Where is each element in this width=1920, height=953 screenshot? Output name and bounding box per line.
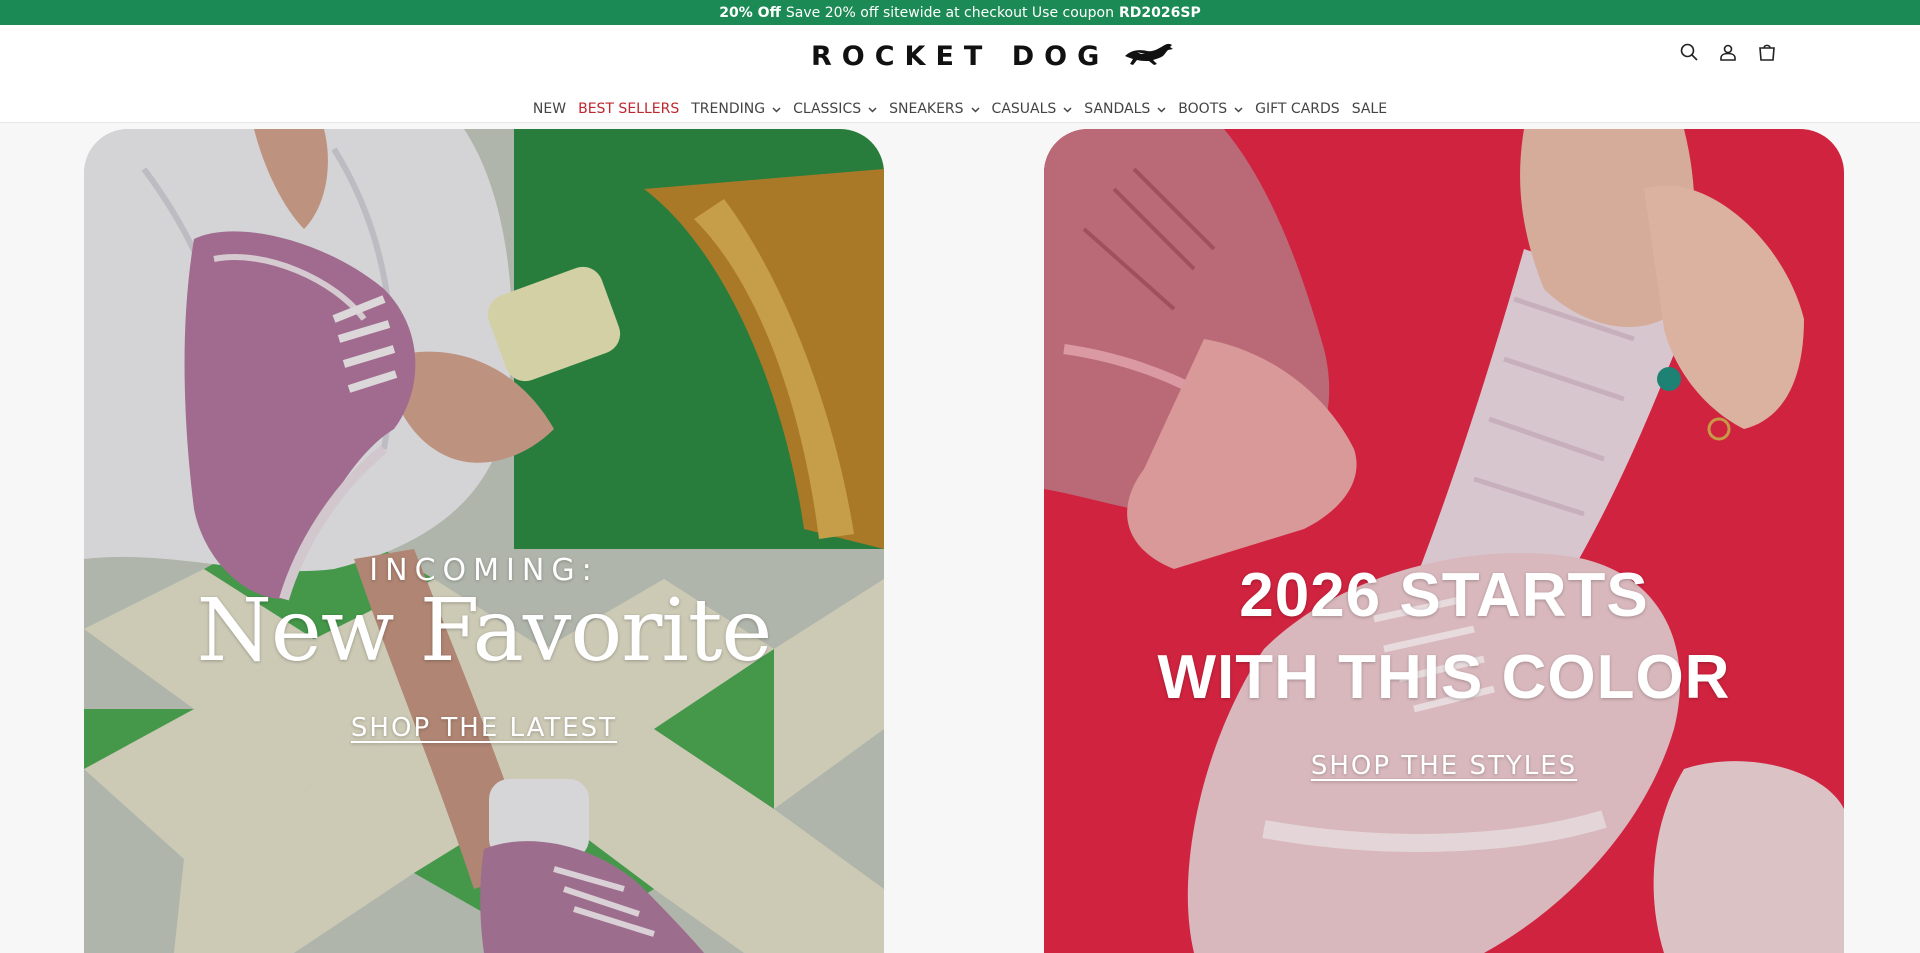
nav-item-casuals[interactable]: CASUALS: [992, 101, 1073, 117]
nav-item-gift-cards[interactable]: GIFT CARDS: [1255, 101, 1340, 117]
announcement-coupon: RD2026SP: [1119, 4, 1201, 21]
nav-item-best-sellers[interactable]: BEST SELLERS: [578, 101, 679, 117]
search-icon[interactable]: [1677, 40, 1701, 64]
announcement-bar: 20% Off Save 20% off sitewide at checkou…: [0, 0, 1920, 25]
nav-item-sale[interactable]: SALE: [1352, 101, 1387, 117]
nav-label: BOOTS: [1178, 101, 1228, 117]
hero-right-headline-line2: WITH THIS COLOR: [1157, 643, 1731, 712]
main-nav: NEW BEST SELLERS TRENDING CLASSICS SNEAK…: [0, 96, 1920, 122]
chevron-down-icon: [971, 105, 980, 114]
account-icon[interactable]: [1716, 40, 1740, 64]
hero-left-headline: New Favorite: [196, 581, 773, 681]
chevron-down-icon: [1234, 105, 1243, 114]
hero-right-headline-line1: 2026 STARTS: [1239, 561, 1649, 630]
nav-label: SALE: [1351, 101, 1388, 117]
nav-label: TRENDING: [691, 101, 766, 117]
hero-right-image: [1044, 129, 1844, 953]
hero-right-headline: 2026 STARTS WITH THIS COLOR: [1044, 555, 1844, 719]
nav-label: NEW: [532, 101, 567, 117]
shop-the-latest-link[interactable]: SHOP THE LATEST: [84, 713, 884, 743]
shop-the-styles-link[interactable]: SHOP THE STYLES: [1044, 751, 1844, 781]
hero-banner-right[interactable]: 2026 STARTS WITH THIS COLOR SHOP THE STY…: [1044, 129, 1844, 953]
nav-label: GIFT CARDS: [1255, 101, 1340, 117]
nav-item-sneakers[interactable]: SNEAKERS: [889, 101, 980, 117]
cart-icon[interactable]: [1755, 40, 1779, 64]
site-logo[interactable]: ROCKET DOG: [811, 38, 1175, 74]
running-dog-icon: [1123, 40, 1175, 72]
nav-label: SANDALS: [1084, 101, 1151, 117]
nav-label: CASUALS: [991, 101, 1057, 117]
announcement-lead: 20% Off: [719, 4, 781, 21]
nav-label: CLASSICS: [793, 101, 862, 117]
chevron-down-icon: [868, 105, 877, 114]
chevron-down-icon: [1063, 105, 1072, 114]
nav-item-trending[interactable]: TRENDING: [691, 101, 781, 117]
nav-item-boots[interactable]: BOOTS: [1178, 101, 1243, 117]
chevron-down-icon: [772, 105, 781, 114]
nav-label: SNEAKERS: [889, 101, 964, 117]
nav-label: BEST SELLERS: [578, 101, 680, 117]
hero-left-image: [84, 129, 884, 953]
hero-banner-left[interactable]: INCOMING: New Favorite SHOP THE LATEST: [84, 129, 884, 953]
announcement-text: Save 20% off sitewide at checkout Use co…: [785, 4, 1114, 21]
nav-item-sandals[interactable]: SANDALS: [1084, 101, 1166, 117]
logo-text: ROCKET DOG: [811, 40, 1110, 72]
header-icons: [1677, 40, 1779, 64]
nav-item-new[interactable]: NEW: [533, 101, 566, 117]
site-header: ROCKET DOG NEW BEST SELLERS TRENDING CLA…: [0, 25, 1920, 123]
nav-item-classics[interactable]: CLASSICS: [793, 101, 877, 117]
chevron-down-icon: [1157, 105, 1166, 114]
